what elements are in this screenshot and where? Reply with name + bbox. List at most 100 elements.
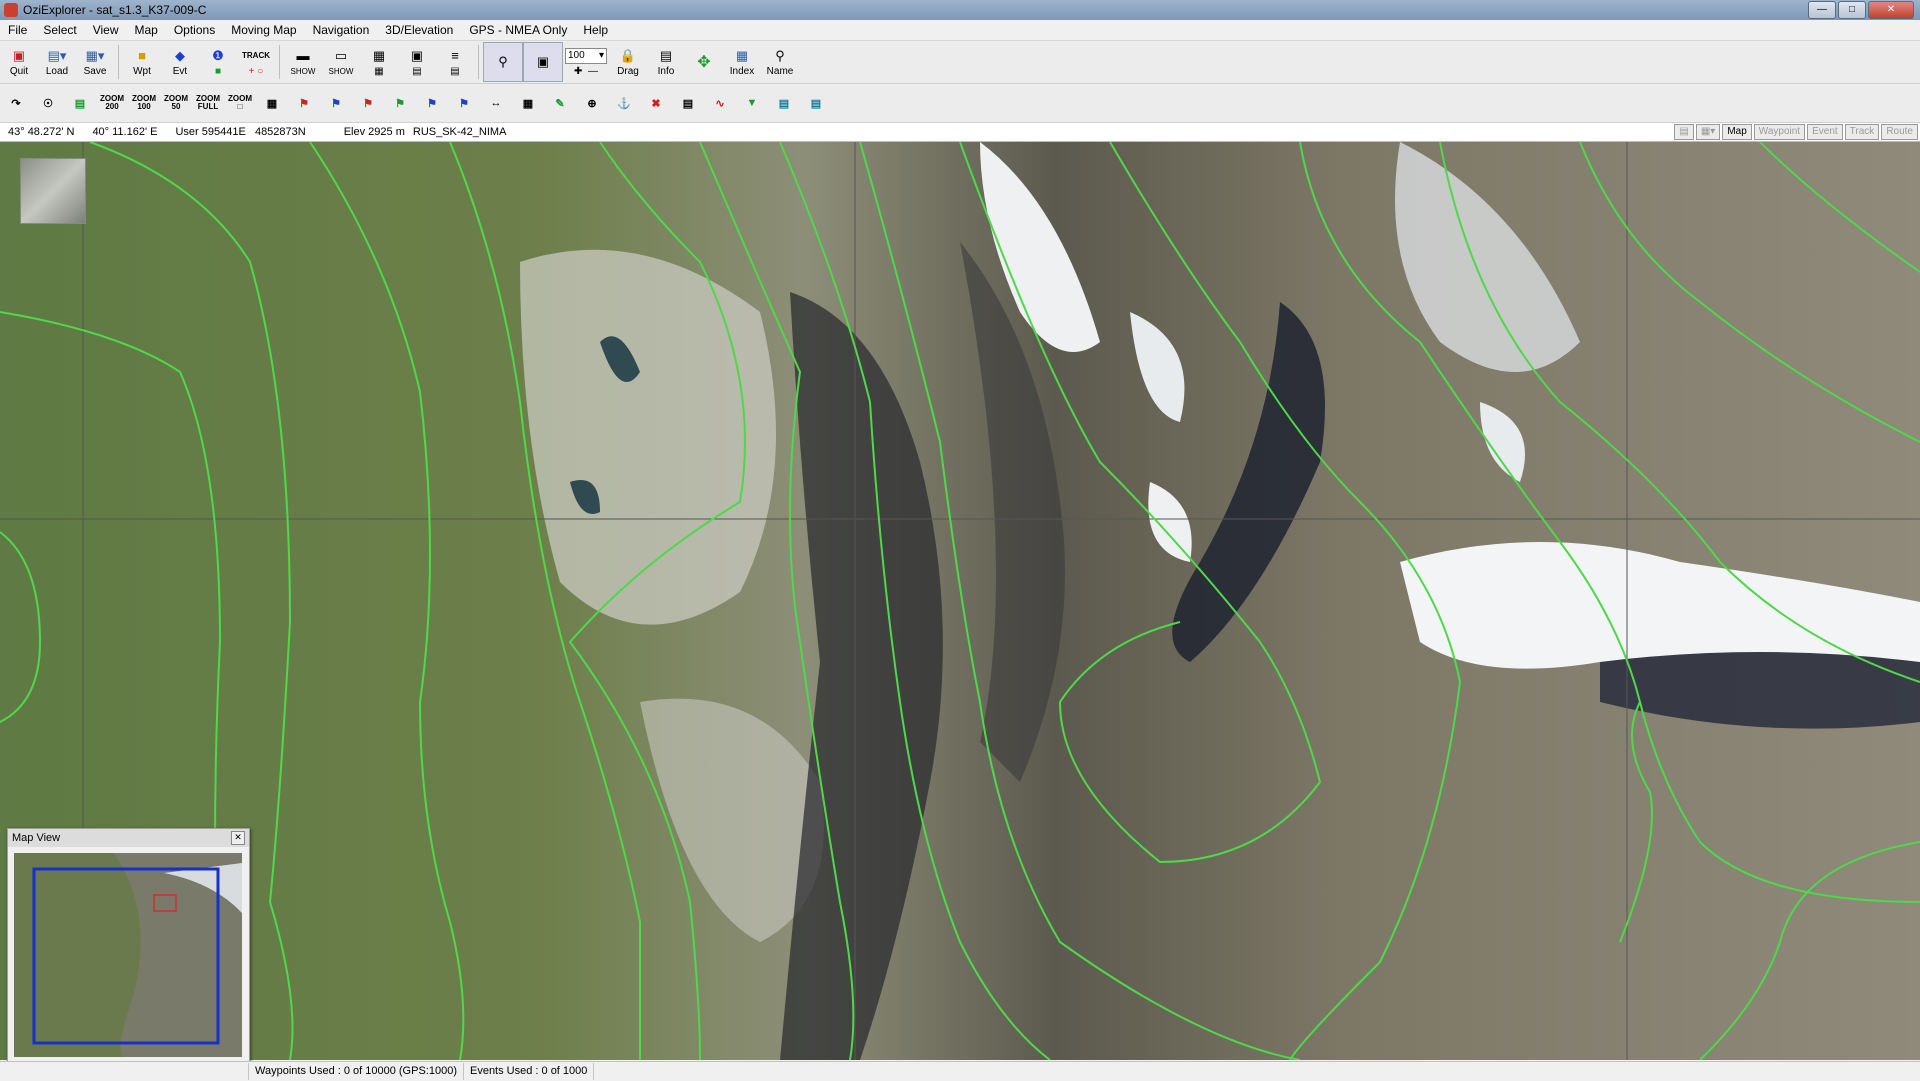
menu-navigation[interactable]: Navigation [305,23,378,37]
route-button[interactable]: ❶ ■ [199,43,237,81]
map-tools-icon: ▣ [410,47,424,63]
pan-button[interactable]: ✥ [685,43,723,81]
toolbar-divider [118,45,119,79]
info-icon: ▤ [659,47,673,63]
zoom-box-button[interactable]: ZOOM □ [224,88,256,118]
pencil-icon[interactable]: ✎ [544,88,576,118]
name-search-button[interactable]: ⚲ Name [761,43,799,81]
route-delete-icon[interactable]: ⚑ [448,88,480,118]
save-screen-icon[interactable]: ▦▾ [1695,124,1721,140]
track-icon: TRACK [242,51,270,60]
route-add-icon[interactable]: ⚑ [384,88,416,118]
magnify-button[interactable]: ⚲ [483,42,523,82]
zoom-in-icon[interactable]: ✚ [574,66,582,77]
anchor-icon[interactable]: ⚓ [608,88,640,118]
elevation-graph-icon[interactable]: ∿ [704,88,736,118]
longitude-readout: 40° 11.162' E [92,126,158,138]
close-button[interactable]: ✕ [1868,1,1914,19]
pan-arrows-icon: ✥ [697,54,711,71]
crosshair-icon[interactable]: ⊕ [576,88,608,118]
map-thumbnail[interactable] [20,158,86,224]
mode-buttons: ▤ ▦▾ Map Waypoint Event Track Route [1674,123,1918,141]
load-button[interactable]: ▤▾ Load [38,43,76,81]
grid-icon[interactable]: ▦ [512,88,544,118]
menu-help[interactable]: Help [575,23,616,37]
coordinate-bar: 43° 48.272' N 40° 11.162' E User 595441E… [0,123,1920,142]
drag-button[interactable]: 🔒 Drag [609,43,647,81]
menu-bar: File Select View Map Options Moving Map … [0,20,1920,41]
minimize-button[interactable]: — [1808,1,1836,19]
menu-file[interactable]: File [0,23,35,37]
quit-button[interactable]: ▣ Quit [0,43,38,81]
app-icon [4,3,18,17]
copy-map-icon[interactable]: ▤ [64,88,96,118]
events-used: Events Used : 0 of 1000 [464,1063,595,1080]
toolbar-divider [279,45,280,79]
index-button[interactable]: ▦ Index [723,43,761,81]
route-move-icon[interactable]: ⚑ [416,88,448,118]
zoom-select[interactable]: 100 ▾ [565,47,607,64]
mode-track[interactable]: Track [1844,124,1880,140]
properties-icon[interactable]: ▤ [672,88,704,118]
objects-button[interactable]: ▦ ▦ [360,43,398,81]
scree-field [520,249,776,625]
show-tracks-button[interactable]: ▭ SHOW [322,43,360,81]
show-track-icon: ▭ [334,47,348,63]
screen-icon[interactable]: ▤ [1674,124,1694,140]
import-icon[interactable]: ▤ [800,88,832,118]
lock-icon: 🔒 [619,47,637,63]
zoom-out-icon[interactable]: — [588,66,598,77]
map-view-window[interactable]: Map View ✕ [7,828,250,1065]
measure-icon[interactable]: ↔ [480,88,512,118]
map-view-header[interactable]: Map View ✕ [8,829,249,847]
info-button[interactable]: ▤ Info [647,43,685,81]
menu-map[interactable]: Map [127,23,166,37]
mode-map[interactable]: Map [1722,124,1752,140]
satellite-map[interactable] [0,142,1920,1060]
mode-route[interactable]: Route [1881,124,1918,140]
maximize-button[interactable]: □ [1838,1,1866,19]
status-cell [0,1063,249,1080]
waypoint-add-icon[interactable]: ⚑ [288,88,320,118]
track-button[interactable]: TRACK + ○ [237,43,275,81]
map-overview[interactable] [14,853,242,1057]
filter-icon[interactable]: ▼ [736,88,768,118]
save-button[interactable]: ▦▾ Save [76,43,114,81]
datum-readout: RUS_SK-42_NIMA [412,126,507,138]
menu-3d-elevation[interactable]: 3D/Elevation [377,23,461,37]
waypoint-move-icon[interactable]: ⚑ [320,88,352,118]
close-icon[interactable]: ✕ [231,831,245,845]
menu-view[interactable]: View [85,23,127,37]
menu-select[interactable]: Select [35,23,84,37]
title-bar: OziExplorer - sat_s1.3_K37-009-C — □ ✕ [0,0,1920,20]
show-waypoints-button[interactable]: ▬ SHOW [284,43,322,81]
export-icon[interactable]: ▤ [768,88,800,118]
menu-options[interactable]: Options [166,23,223,37]
layers-icon: ≡ [451,48,459,63]
index-icon: ▦ [735,47,749,63]
zoom-full-button[interactable]: ZOOM FULL [192,88,224,118]
zoom-100-button[interactable]: ZOOM 100 [128,88,160,118]
layers-icon[interactable]: ▦ [256,88,288,118]
stop-icon[interactable]: ✖ [640,88,672,118]
zoom-200-button[interactable]: ZOOM 200 [96,88,128,118]
zoom-50-button[interactable]: ZOOM 50 [160,88,192,118]
zoom-control[interactable]: 100 ▾ ✚ — [563,43,609,81]
menu-gps[interactable]: GPS - NMEA Only [461,23,575,37]
layers-button[interactable]: ≡ ▤ [436,43,474,81]
event-button[interactable]: ◆ Evt [161,43,199,81]
overview-map[interactable] [14,853,242,1057]
menu-moving-map[interactable]: Moving Map [223,23,304,37]
gps-icon[interactable]: ☉ [32,88,64,118]
overview-button[interactable]: ▣ [523,42,563,82]
map-canvas[interactable] [0,142,1920,1060]
map-tools-button[interactable]: ▣ ▤ [398,43,436,81]
waypoint-button[interactable]: ■ Wpt [123,43,161,81]
latitude-readout: 43° 48.272' N [8,126,75,138]
move-map-icon[interactable]: ↷ [0,88,32,118]
waypoint-delete-icon[interactable]: ⚑ [352,88,384,118]
mode-event[interactable]: Event [1807,124,1843,140]
chevron-down-icon: ▾ [598,50,604,61]
mode-waypoint[interactable]: Waypoint [1753,124,1806,140]
route-icon: ❶ [212,47,224,63]
